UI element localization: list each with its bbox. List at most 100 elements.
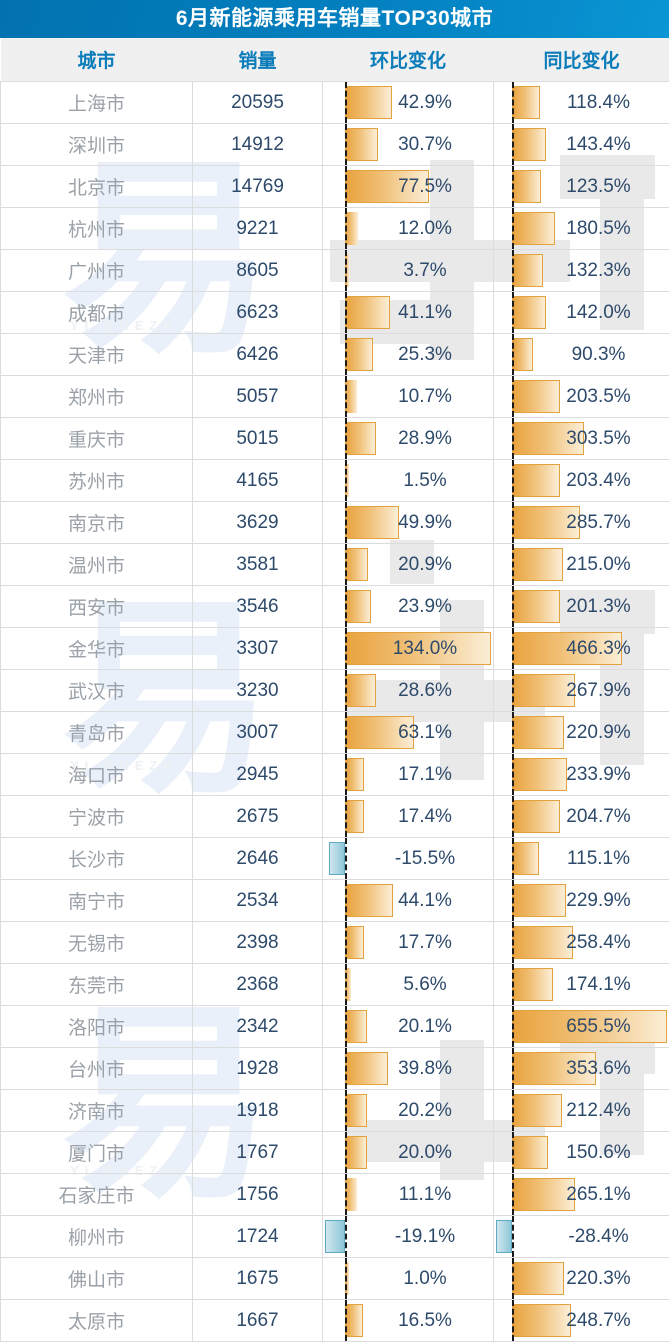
mom-value: 5.6%	[323, 964, 493, 1005]
yoy-bar-wrap: 201.3%	[494, 586, 669, 627]
city-cell: 苏州市	[1, 460, 193, 502]
sales-cell: 5015	[193, 418, 323, 460]
yoy-cell: 229.9%	[494, 880, 669, 922]
city-cell: 海口市	[1, 754, 193, 796]
mom-value: 41.1%	[323, 292, 493, 333]
mom-cell: 10.7%	[323, 376, 494, 418]
yoy-cell: 248.7%	[494, 1300, 669, 1342]
mom-bar-wrap: 28.9%	[323, 418, 493, 459]
mom-cell: 5.6%	[323, 964, 494, 1006]
yoy-cell: 267.9%	[494, 670, 669, 712]
mom-cell: 17.1%	[323, 754, 494, 796]
yoy-cell: 265.1%	[494, 1174, 669, 1216]
sales-cell: 1675	[193, 1258, 323, 1300]
mom-bar-wrap: -15.5%	[323, 838, 493, 879]
yoy-bar-wrap: 220.9%	[494, 712, 669, 753]
yoy-cell: 203.4%	[494, 460, 669, 502]
table-row: 青岛市300763.1%220.9%	[1, 712, 669, 754]
mom-cell: 44.1%	[323, 880, 494, 922]
yoy-bar-wrap: 353.6%	[494, 1048, 669, 1089]
mom-bar-wrap: -19.1%	[323, 1216, 493, 1257]
mom-cell: 42.9%	[323, 82, 494, 124]
table-row: 南京市362949.9%285.7%	[1, 502, 669, 544]
mom-value: 10.7%	[323, 376, 493, 417]
city-cell: 天津市	[1, 334, 193, 376]
table-row: 成都市662341.1%142.0%	[1, 292, 669, 334]
yoy-cell: -28.4%	[494, 1216, 669, 1258]
yoy-value: 303.5%	[494, 418, 669, 459]
yoy-bar-wrap: 115.1%	[494, 838, 669, 879]
mom-cell: 30.7%	[323, 124, 494, 166]
sales-cell: 3546	[193, 586, 323, 628]
mom-bar-wrap: 39.8%	[323, 1048, 493, 1089]
yoy-value: 258.4%	[494, 922, 669, 963]
mom-bar-wrap: 77.5%	[323, 166, 493, 207]
table-row: 洛阳市234220.1%655.5%	[1, 1006, 669, 1048]
mom-cell: 28.6%	[323, 670, 494, 712]
yoy-bar-wrap: 118.4%	[494, 82, 669, 123]
table-body: 上海市2059542.9%118.4%深圳市1491230.7%143.4%北京…	[1, 82, 669, 1342]
sales-cell: 1756	[193, 1174, 323, 1216]
sales-cell: 1767	[193, 1132, 323, 1174]
sales-cell: 9221	[193, 208, 323, 250]
yoy-bar-wrap: 285.7%	[494, 502, 669, 543]
mom-cell: 20.9%	[323, 544, 494, 586]
sales-cell: 1667	[193, 1300, 323, 1342]
sales-cell: 2342	[193, 1006, 323, 1048]
yoy-value: 132.3%	[494, 250, 669, 291]
table-header: 城市 销量 环比变化 同比变化	[1, 38, 669, 82]
sales-cell: 1724	[193, 1216, 323, 1258]
mom-value: 16.5%	[323, 1300, 493, 1341]
yoy-value: 174.1%	[494, 964, 669, 1005]
mom-value: 11.1%	[323, 1174, 493, 1215]
city-cell: 杭州市	[1, 208, 193, 250]
yoy-value: 265.1%	[494, 1174, 669, 1215]
mom-cell: -15.5%	[323, 838, 494, 880]
mom-bar-wrap: 41.1%	[323, 292, 493, 333]
city-cell: 洛阳市	[1, 1006, 193, 1048]
table-row: 北京市1476977.5%123.5%	[1, 166, 669, 208]
table-row: 苏州市41651.5%203.4%	[1, 460, 669, 502]
yoy-value: 203.4%	[494, 460, 669, 501]
yoy-bar-wrap: 132.3%	[494, 250, 669, 291]
table-row: 重庆市501528.9%303.5%	[1, 418, 669, 460]
table-row: 柳州市1724-19.1%-28.4%	[1, 1216, 669, 1258]
mom-bar-wrap: 63.1%	[323, 712, 493, 753]
yoy-value: 267.9%	[494, 670, 669, 711]
yoy-bar-wrap: 143.4%	[494, 124, 669, 165]
sales-cell: 2398	[193, 922, 323, 964]
yoy-value: 204.7%	[494, 796, 669, 837]
mom-value: 20.2%	[323, 1090, 493, 1131]
mom-bar-wrap: 17.7%	[323, 922, 493, 963]
mom-value: 23.9%	[323, 586, 493, 627]
city-cell: 重庆市	[1, 418, 193, 460]
yoy-value: 229.9%	[494, 880, 669, 921]
mom-bar-wrap: 42.9%	[323, 82, 493, 123]
mom-bar-wrap: 1.0%	[323, 1258, 493, 1299]
city-cell: 西安市	[1, 586, 193, 628]
mom-bar-wrap: 49.9%	[323, 502, 493, 543]
mom-bar-wrap: 11.1%	[323, 1174, 493, 1215]
mom-value: -15.5%	[323, 838, 493, 879]
yoy-value: 142.0%	[494, 292, 669, 333]
yoy-bar-wrap: 267.9%	[494, 670, 669, 711]
sales-cell: 2368	[193, 964, 323, 1006]
table-row: 西安市354623.9%201.3%	[1, 586, 669, 628]
yoy-bar-wrap: 150.6%	[494, 1132, 669, 1173]
sales-cell: 14769	[193, 166, 323, 208]
mom-value: 63.1%	[323, 712, 493, 753]
yoy-value: 285.7%	[494, 502, 669, 543]
yoy-bar-wrap: 466.3%	[494, 628, 669, 669]
mom-bar-wrap: 3.7%	[323, 250, 493, 291]
city-cell: 厦门市	[1, 1132, 193, 1174]
mom-value: 17.4%	[323, 796, 493, 837]
yoy-value: 118.4%	[494, 82, 669, 123]
table-row: 海口市294517.1%233.9%	[1, 754, 669, 796]
yoy-value: 248.7%	[494, 1300, 669, 1341]
yoy-cell: 285.7%	[494, 502, 669, 544]
mom-value: -19.1%	[323, 1216, 493, 1257]
mom-bar-wrap: 20.1%	[323, 1006, 493, 1047]
table-row: 济南市191820.2%212.4%	[1, 1090, 669, 1132]
mom-cell: 23.9%	[323, 586, 494, 628]
yoy-cell: 220.9%	[494, 712, 669, 754]
